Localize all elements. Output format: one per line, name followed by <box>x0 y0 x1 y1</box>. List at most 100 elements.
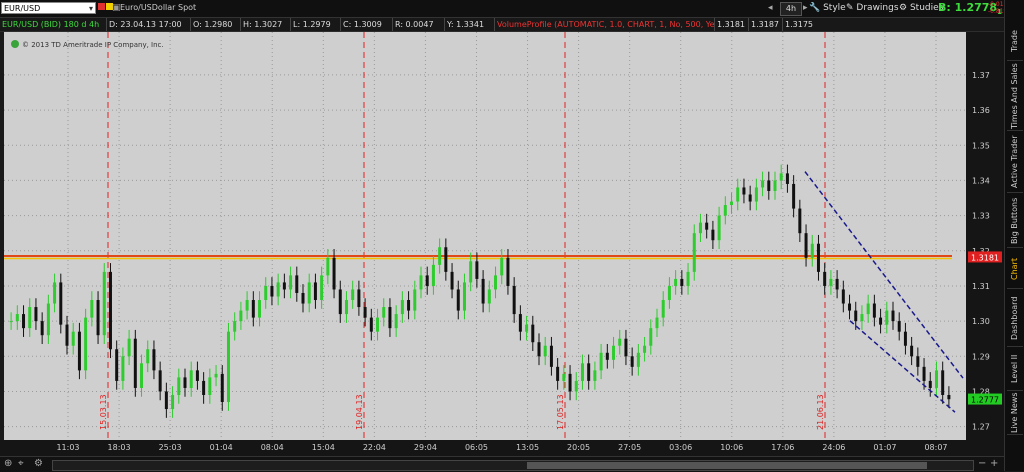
style-label: Style <box>823 3 846 13</box>
candle-body <box>711 229 715 241</box>
candle-body <box>854 310 858 322</box>
tab-trade[interactable]: Trade <box>1007 22 1023 61</box>
tab-level-ii[interactable]: Level II <box>1007 348 1023 391</box>
link-color-icon[interactable] <box>98 2 113 14</box>
time-tick-label: 25:03 <box>159 443 182 452</box>
candle-body <box>326 257 330 276</box>
candle-body <box>897 321 901 332</box>
candle-body <box>705 222 709 230</box>
studies-button[interactable]: ⚙ Studies <box>899 2 943 14</box>
candle-body <box>121 356 125 381</box>
candle-body <box>649 328 653 346</box>
time-tick-label: 17:06 <box>771 443 794 452</box>
candle-body <box>643 345 647 353</box>
candle-body <box>462 282 466 311</box>
scrollbar-thumb[interactable] <box>527 462 927 469</box>
candle-body <box>65 324 69 346</box>
candle-body <box>419 275 423 290</box>
tab-chart[interactable]: Chart <box>1007 250 1023 289</box>
candle-body <box>133 338 137 388</box>
horizontal-scrollbar[interactable] <box>52 460 974 471</box>
tab-times-and-sales[interactable]: Times And Sales <box>1007 62 1023 131</box>
candle-body <box>127 338 131 357</box>
candle-body <box>46 303 50 336</box>
candle-body <box>164 391 168 410</box>
candle-body <box>59 282 63 325</box>
candle-body <box>102 271 106 336</box>
candle-body <box>258 300 262 318</box>
candle-body <box>500 257 504 276</box>
vp-poc: 1.3175 <box>782 18 817 31</box>
candle-body <box>928 380 932 388</box>
candle-body <box>773 180 777 191</box>
symbol-description: Euro/USDollar Spot <box>120 3 197 12</box>
time-tick-label: 13:05 <box>516 443 539 452</box>
copyright-note: © 2013 TD Ameritrade IP Company, Inc. <box>11 40 164 49</box>
symbol-input[interactable]: EUR/USD ▾ <box>1 2 96 14</box>
time-tick-label: 18:03 <box>108 443 131 452</box>
candle-body <box>15 314 19 322</box>
tab-dashboard[interactable]: Dashboard <box>1007 290 1023 347</box>
tab-live-news[interactable]: Live News <box>1007 392 1023 435</box>
candle-body <box>22 314 26 329</box>
candle-body <box>388 307 392 329</box>
candle-body <box>295 275 299 293</box>
candle-body <box>860 314 864 322</box>
zoom-in-icon[interactable]: + <box>990 458 998 469</box>
candle-body <box>344 300 348 315</box>
candle-body <box>674 278 678 286</box>
price-tick-label: 1.27 <box>972 423 990 432</box>
drawings-button[interactable]: ✎ Drawings <box>846 2 899 14</box>
candle-body <box>698 222 702 234</box>
candle-body <box>761 180 765 188</box>
price-chart[interactable]: 15.03.13 19.04.13 17.05.13 21.06.13 1.37 1.3… <box>0 32 1004 456</box>
candle-body <box>202 380 206 395</box>
candle-body <box>518 314 522 332</box>
chevron-down-icon[interactable]: ▾ <box>89 3 95 15</box>
next-period-icon[interactable]: ▸ <box>803 2 808 14</box>
prev-period-icon[interactable]: ◂ <box>768 2 773 14</box>
time-tick-label: 22:04 <box>363 443 386 452</box>
candle-body <box>301 292 305 304</box>
candle-body <box>456 289 460 311</box>
candle-body <box>369 317 373 332</box>
candle-body <box>407 300 411 311</box>
cursor-y: Y: 1.3341 <box>444 18 495 31</box>
time-tick-label: 01:07 <box>873 443 896 452</box>
candle-body <box>108 271 112 350</box>
price-tick-label: 1.30 <box>972 317 990 326</box>
toolbar: EUR/USD ▾ ▣ Euro/USDollar Spot ◂ 4h ▸ 🔧 … <box>0 0 1009 18</box>
candle-body <box>264 285 268 301</box>
candle-body <box>593 370 597 381</box>
level-price-text: 1.3181 <box>971 253 999 262</box>
bar-low: L: 1.2979 <box>290 18 341 31</box>
tab-big-buttons[interactable]: Big Buttons <box>1007 195 1023 248</box>
candle-body <box>140 363 144 388</box>
candle-body <box>580 363 584 381</box>
zoom-icon[interactable]: ⊕ <box>4 458 12 469</box>
zoom-out-icon[interactable]: − <box>978 458 986 469</box>
settings-icon[interactable]: ⚙ <box>34 458 43 469</box>
candle-body <box>220 373 224 403</box>
candle-body <box>438 247 442 265</box>
tab-active-trader[interactable]: Active Trader <box>1007 132 1023 193</box>
candle-body <box>543 345 547 357</box>
candle-body <box>53 282 57 304</box>
style-button[interactable]: 🔧 Style <box>809 2 846 14</box>
bar-close: C: 1.3009 <box>340 18 393 31</box>
candle-body <box>425 275 429 286</box>
period-selector[interactable]: 4h <box>780 2 802 16</box>
month-label: 19.04.13 <box>355 394 364 430</box>
price-tick-label: 1.29 <box>972 352 990 361</box>
candle-body <box>792 183 796 209</box>
candle-body <box>562 373 566 381</box>
candle-body <box>692 233 696 272</box>
candle-body <box>413 289 417 311</box>
price-tick-label: 1.31 <box>972 282 990 291</box>
candle-body <box>624 338 628 357</box>
candle-body <box>568 373 572 392</box>
time-tick-label: 11:03 <box>56 443 79 452</box>
cursor-icon[interactable]: ⌖ <box>18 458 24 469</box>
bar-open: O: 1.2980 <box>190 18 241 31</box>
candle-body <box>444 247 448 272</box>
